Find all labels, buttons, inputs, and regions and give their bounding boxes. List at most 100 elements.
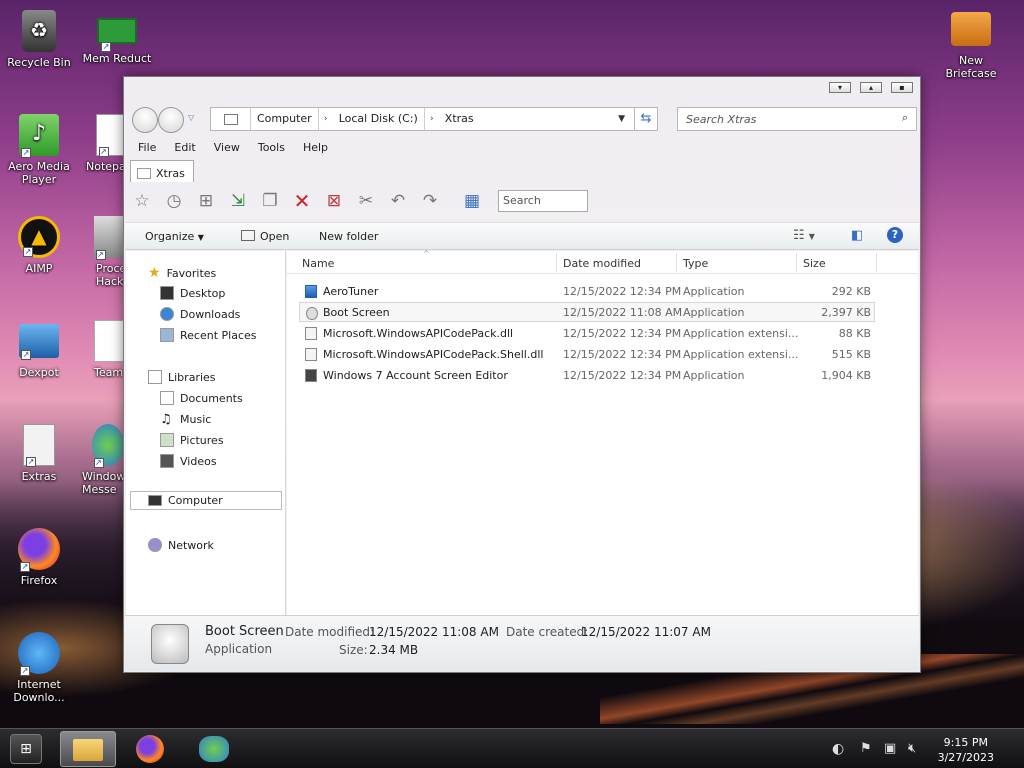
- history-icon[interactable]: ◷: [160, 188, 188, 214]
- menu-view[interactable]: View: [214, 141, 240, 154]
- nav-favorites[interactable]: ★ Favorites: [148, 265, 216, 281]
- details-date-created-label: Date created:: [506, 625, 589, 639]
- column-divider[interactable]: [556, 253, 557, 272]
- desktop-icon-team[interactable]: Team: [80, 320, 124, 379]
- tab-xtras[interactable]: Xtras: [130, 160, 194, 182]
- new-folder-button[interactable]: New folder: [319, 230, 378, 243]
- column-header-size[interactable]: Size: [803, 257, 826, 270]
- chevron-right-icon[interactable]: ›: [425, 114, 439, 124]
- desktop-icon-aimp[interactable]: ▲ ↗ AIMP: [2, 216, 76, 275]
- maximize-button[interactable]: ▴: [860, 82, 882, 93]
- open-label: Open: [260, 230, 290, 243]
- desktop-icon-mem-reduct[interactable]: ↗ Mem Reduct: [80, 10, 154, 65]
- recycle-bin-icon: ♻: [22, 10, 56, 52]
- recent-pages-dropdown[interactable]: ▽: [188, 113, 194, 122]
- monitor-icon: ↗: [19, 324, 59, 360]
- details-date-modified: 12/15/2022 11:08 AM: [369, 625, 499, 639]
- globe-download-icon: ↗: [18, 632, 60, 676]
- chevron-down-icon[interactable]: ▼: [618, 114, 625, 124]
- refresh-icon[interactable]: ⇆: [634, 107, 658, 131]
- file-row[interactable]: Boot Screen 12/15/2022 11:08 AM Applicat…: [299, 302, 875, 322]
- move-to-icon[interactable]: ⇲: [224, 188, 252, 214]
- menu-edit[interactable]: Edit: [174, 141, 195, 154]
- menu-help[interactable]: Help: [303, 141, 328, 154]
- forward-button[interactable]: [158, 107, 184, 133]
- clock-time: 9:15 PM: [943, 736, 988, 749]
- nav-recent-places[interactable]: Recent Places: [160, 328, 257, 342]
- desktop-icon-recycle-bin[interactable]: ♻ Recycle Bin: [2, 10, 76, 69]
- star-icon[interactable]: ☆: [128, 188, 156, 214]
- close-button[interactable]: ▪: [891, 82, 913, 93]
- taskbar-messenger[interactable]: [186, 731, 242, 767]
- aimp-icon: ▲ ↗: [18, 216, 60, 258]
- details-size-label: Size:: [339, 643, 368, 657]
- breadcrumb-local-disk[interactable]: Local Disk (C:): [333, 108, 425, 130]
- preview-pane-icon[interactable]: ◧: [851, 228, 863, 243]
- network-icon[interactable]: ▣: [884, 741, 896, 756]
- nav-libraries[interactable]: Libraries: [148, 370, 216, 384]
- nav-downloads[interactable]: Downloads: [160, 307, 240, 321]
- organize-button[interactable]: Organize ▼: [145, 230, 204, 243]
- chevron-right-icon[interactable]: ›: [319, 114, 333, 124]
- column-header-name[interactable]: Name: [302, 257, 334, 270]
- breadcrumb-xtras[interactable]: Xtras: [439, 108, 480, 130]
- address-bar[interactable]: Computer › Local Disk (C:) › Xtras ▼: [210, 107, 654, 131]
- desktop-icon-extras[interactable]: ↗ Extras: [2, 424, 76, 483]
- taskbar-firefox[interactable]: [122, 731, 178, 767]
- nav-network[interactable]: Network: [148, 538, 214, 552]
- undo-icon[interactable]: ↶: [384, 188, 412, 214]
- desktop-icon-dexpot[interactable]: ↗ Dexpot: [2, 320, 76, 379]
- toolbar: ☆ ◷ ⊞ ⇲ ❐ ✕ ⊠ ✂ ↶ ↷ ▦ Search: [128, 184, 916, 218]
- menu-file[interactable]: File: [138, 141, 156, 154]
- breadcrumb-computer[interactable]: Computer: [251, 108, 319, 130]
- delete-icon[interactable]: ✕: [288, 188, 316, 214]
- column-divider[interactable]: [796, 253, 797, 272]
- file-row[interactable]: AeroTuner 12/15/2022 12:34 PM Applicatio…: [299, 281, 875, 301]
- desktop-icon-firefox[interactable]: ↗ Firefox: [2, 528, 76, 587]
- search-icon: ⌕: [901, 111, 908, 124]
- nav-desktop[interactable]: Desktop: [160, 286, 225, 300]
- back-button[interactable]: [132, 107, 158, 133]
- desktop-icon-process-hacker[interactable]: ↗ Proce Hacke: [80, 216, 124, 288]
- view-layout-icon[interactable]: ▦: [458, 188, 486, 214]
- redo-icon[interactable]: ↷: [416, 188, 444, 214]
- minimize-button[interactable]: ▾: [829, 82, 851, 93]
- file-row[interactable]: Windows 7 Account Screen Editor 12/15/20…: [299, 365, 875, 385]
- organize-label: Organize: [145, 230, 195, 243]
- open-button[interactable]: Open: [241, 230, 289, 243]
- clock[interactable]: 9:15 PM 3/27/2023: [938, 735, 994, 765]
- cut-icon[interactable]: ✂: [352, 188, 380, 214]
- desktop-icon-internet-download-manager[interactable]: ↗ Internet Downlo...: [2, 632, 76, 704]
- desktop-icon-label: New Briefcase: [945, 54, 997, 80]
- nav-computer[interactable]: Computer: [130, 491, 282, 510]
- column-header-type[interactable]: Type: [683, 257, 708, 270]
- column-divider[interactable]: [876, 253, 877, 272]
- taskbar-explorer[interactable]: [60, 731, 116, 767]
- speaker-muted-icon[interactable]: 🔇︎: [908, 741, 916, 756]
- search-input[interactable]: Search Xtras ⌕: [677, 107, 917, 131]
- nav-label: Desktop: [180, 286, 226, 300]
- file-row[interactable]: Microsoft.WindowsAPICodePack.Shell.dll 1…: [299, 344, 875, 364]
- column-divider[interactable]: [676, 253, 677, 272]
- copy-to-icon[interactable]: ❐: [256, 188, 284, 214]
- file-row[interactable]: Microsoft.WindowsAPICodePack.dll 12/15/2…: [299, 323, 875, 343]
- nav-pictures[interactable]: Pictures: [160, 433, 224, 447]
- desktop-icon-notepad[interactable]: ↗ Notepa: [80, 114, 128, 173]
- desktop-icon-windows-messenger[interactable]: ↗ Window Messe: [80, 424, 124, 496]
- column-header-date[interactable]: Date modified: [563, 257, 641, 270]
- toolbar-search-input[interactable]: Search: [498, 190, 588, 212]
- delete-folder-icon[interactable]: ⊠: [320, 188, 348, 214]
- menu-tools[interactable]: Tools: [258, 141, 285, 154]
- firefox-icon: [136, 735, 164, 763]
- action-center-flag-icon[interactable]: ⚑: [860, 741, 872, 756]
- windows-flag-icon[interactable]: ⊞: [192, 188, 220, 214]
- desktop-icon-new-briefcase[interactable]: New Briefcase: [934, 6, 1008, 80]
- view-options-icon[interactable]: ☷ ▼: [793, 228, 815, 243]
- start-button[interactable]: ⊞: [10, 734, 42, 764]
- nav-music[interactable]: ♫ Music: [160, 412, 211, 427]
- desktop-icon-aero-media-player[interactable]: ♪ ↗ Aero Media Player: [2, 114, 76, 186]
- toggle-icon[interactable]: ◐: [832, 741, 844, 757]
- nav-documents[interactable]: Documents: [160, 391, 243, 405]
- nav-videos[interactable]: Videos: [160, 454, 217, 468]
- help-icon[interactable]: ?: [887, 227, 903, 243]
